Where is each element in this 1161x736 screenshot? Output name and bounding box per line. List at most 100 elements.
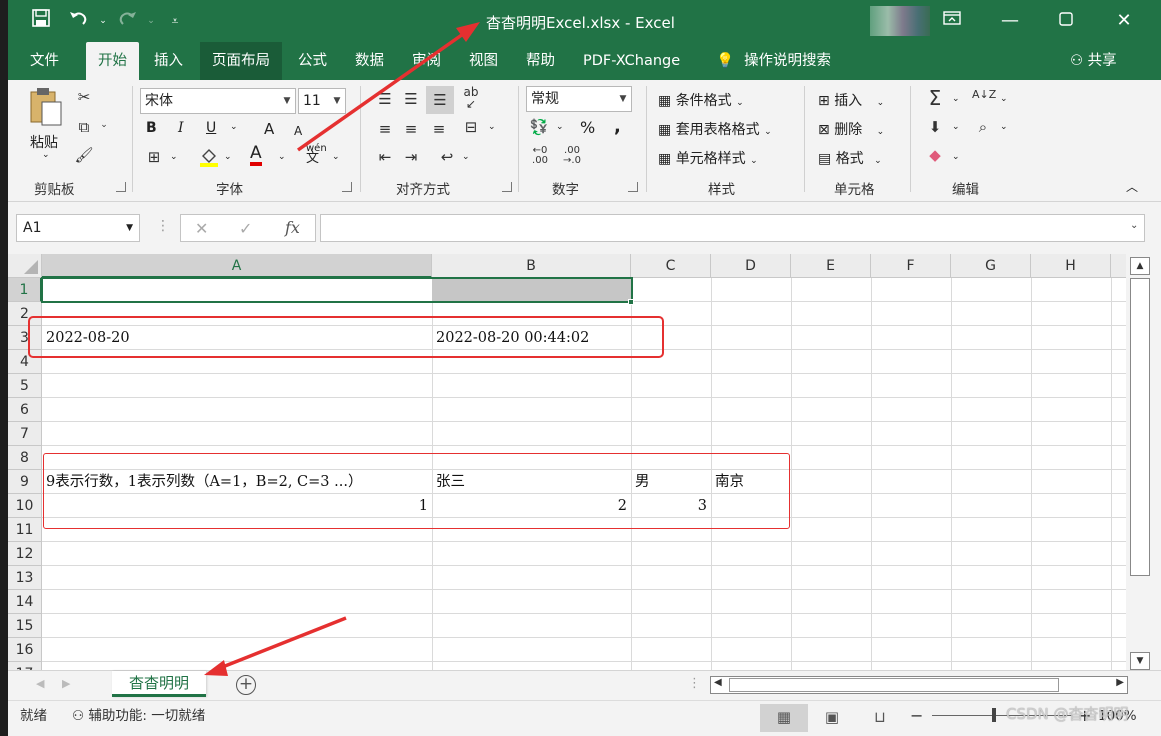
redo-icon[interactable]: [114, 8, 140, 34]
fill-handle[interactable]: [628, 299, 634, 305]
align-bottom-icon[interactable]: ☰: [426, 86, 454, 114]
column-header-partial[interactable]: [1111, 254, 1126, 278]
borders-icon[interactable]: ⊞: [144, 148, 164, 166]
insert-cells-button[interactable]: ⊞ 插入 ⌄: [818, 90, 884, 110]
undo-icon[interactable]: [66, 8, 92, 34]
normal-view-icon[interactable]: ▦: [760, 704, 808, 732]
tab-home[interactable]: 开始: [86, 42, 139, 80]
font-color-dropdown-icon[interactable]: ⌄: [278, 152, 286, 162]
minimize-icon[interactable]: —: [982, 0, 1038, 42]
column-header-a[interactable]: A: [42, 254, 432, 278]
font-size-select[interactable]: 11 ▼: [298, 88, 346, 114]
fill-dropdown-icon[interactable]: ⌄: [952, 122, 960, 132]
clear-dropdown-icon[interactable]: ⌄: [952, 152, 960, 162]
conditional-formatting-button[interactable]: ▦ 条件格式 ⌄: [658, 90, 744, 110]
vertical-scroll-thumb[interactable]: [1130, 278, 1150, 576]
prev-sheet-icon[interactable]: ◀: [36, 677, 44, 690]
scroll-left-icon[interactable]: ◀: [714, 677, 722, 688]
undo-dropdown-icon[interactable]: ⌄: [90, 8, 116, 34]
fill-color-icon[interactable]: [198, 146, 220, 172]
tab-insert[interactable]: 插入: [142, 42, 195, 80]
add-sheet-icon[interactable]: +: [236, 675, 256, 695]
align-left-icon[interactable]: ≡: [374, 120, 396, 138]
tab-file[interactable]: 文件: [18, 42, 71, 80]
cancel-icon[interactable]: ✕: [195, 219, 208, 238]
copy-dropdown-icon[interactable]: ⌄: [98, 120, 110, 130]
zoom-out-icon[interactable]: −: [910, 701, 923, 736]
find-select-icon[interactable]: ⌕: [972, 118, 994, 136]
decrease-indent-icon[interactable]: ⇤: [374, 148, 396, 166]
align-middle-icon[interactable]: ☰: [400, 90, 422, 108]
delete-cells-button[interactable]: ⊠ 删除 ⌄: [818, 119, 884, 139]
borders-dropdown-icon[interactable]: ⌄: [170, 152, 178, 162]
tab-data[interactable]: 数据: [343, 42, 396, 80]
customize-qat-icon[interactable]: ⩡: [162, 8, 188, 34]
page-layout-view-icon[interactable]: ▣: [808, 704, 856, 732]
row-header-15[interactable]: 15: [8, 614, 42, 638]
row-header-9[interactable]: 9: [8, 470, 42, 494]
worksheet-grid[interactable]: A B C D E F G H 1 2 3 4 5 6 7 8 9 10 11 …: [8, 254, 1126, 670]
sort-filter-dropdown-icon[interactable]: ⌄: [1000, 94, 1008, 104]
sheet-tab-active[interactable]: 杳杳明明: [112, 671, 206, 697]
column-header-b[interactable]: B: [432, 254, 631, 278]
ribbon-display-options-icon[interactable]: [924, 0, 980, 42]
find-dropdown-icon[interactable]: ⌄: [1000, 122, 1008, 132]
format-painter-icon[interactable]: 🖌: [72, 146, 96, 164]
column-header-e[interactable]: E: [791, 254, 871, 278]
number-launcher-icon[interactable]: [628, 182, 638, 192]
save-icon[interactable]: [28, 8, 54, 34]
autosum-dropdown-icon[interactable]: ⌄: [952, 94, 960, 104]
format-as-table-button[interactable]: ▦ 套用表格格式 ⌄: [658, 119, 772, 139]
next-sheet-icon[interactable]: ▶: [62, 677, 70, 690]
increase-indent-icon[interactable]: ⇥: [400, 148, 422, 166]
close-icon[interactable]: ✕: [1096, 0, 1152, 42]
vertical-scrollbar[interactable]: ▲ ▼: [1126, 254, 1161, 670]
row-header-14[interactable]: 14: [8, 590, 42, 614]
underline-button[interactable]: U: [206, 120, 216, 136]
align-center-icon[interactable]: ≡: [400, 120, 422, 138]
row-header-7[interactable]: 7: [8, 422, 42, 446]
scroll-up-icon[interactable]: ▲: [1130, 257, 1150, 275]
grow-font-button[interactable]: A: [264, 120, 274, 138]
tell-me-search[interactable]: 💡 操作说明搜索: [704, 42, 843, 80]
fill-icon[interactable]: ⬇: [924, 118, 946, 136]
italic-button[interactable]: I: [178, 120, 184, 136]
column-header-h[interactable]: H: [1031, 254, 1111, 278]
row-header-17[interactable]: 17: [8, 662, 42, 670]
column-header-d[interactable]: D: [711, 254, 791, 278]
row-header-12[interactable]: 12: [8, 542, 42, 566]
orientation-icon[interactable]: ab ↙: [460, 86, 482, 110]
merge-center-icon[interactable]: ⊟: [460, 118, 482, 136]
format-cells-button[interactable]: ▤ 格式 ⌄: [818, 148, 882, 168]
cell-styles-button[interactable]: ▦ 单元格样式 ⌄: [658, 148, 758, 168]
row-header-6[interactable]: 6: [8, 398, 42, 422]
font-launcher-icon[interactable]: [342, 182, 352, 192]
row-header-16[interactable]: 16: [8, 638, 42, 662]
horizontal-scroll-thumb[interactable]: [729, 678, 1059, 692]
collapse-ribbon-icon[interactable]: ︿: [1126, 178, 1138, 195]
phonetic-dropdown-icon[interactable]: ⌄: [332, 152, 340, 162]
paste-label[interactable]: 粘贴: [30, 132, 58, 152]
insert-function-icon[interactable]: fx: [285, 218, 300, 237]
scroll-down-icon[interactable]: ▼: [1130, 652, 1150, 670]
tab-help[interactable]: 帮助: [514, 42, 567, 80]
drag-handle-icon[interactable]: ⋮: [156, 218, 170, 234]
tab-page-layout[interactable]: 页面布局: [200, 42, 282, 80]
clear-icon[interactable]: ◆: [924, 146, 946, 164]
tab-pdf-xchange[interactable]: PDF-XChange: [571, 42, 692, 80]
name-box[interactable]: A1 ▼: [16, 214, 140, 242]
enter-icon[interactable]: ✓: [239, 219, 252, 238]
wrap-dropdown-icon[interactable]: ⌄: [462, 152, 470, 162]
row-header-8[interactable]: 8: [8, 446, 42, 470]
row-header-1[interactable]: 1: [8, 278, 42, 302]
clipboard-launcher-icon[interactable]: [116, 182, 126, 192]
phonetic-guide-button[interactable]: wén 文: [306, 144, 327, 166]
column-header-c[interactable]: C: [631, 254, 711, 278]
font-name-select[interactable]: 宋体 ▼: [140, 88, 296, 114]
wrap-text-icon[interactable]: ↩: [436, 148, 458, 166]
horizontal-scrollbar[interactable]: ◀ ▶: [710, 676, 1128, 694]
tab-view[interactable]: 视图: [457, 42, 510, 80]
tab-splitter-icon[interactable]: ⋮: [688, 676, 701, 691]
decrease-decimal-icon[interactable]: .00 →.0: [560, 146, 584, 166]
underline-dropdown-icon[interactable]: ⌄: [230, 122, 238, 132]
